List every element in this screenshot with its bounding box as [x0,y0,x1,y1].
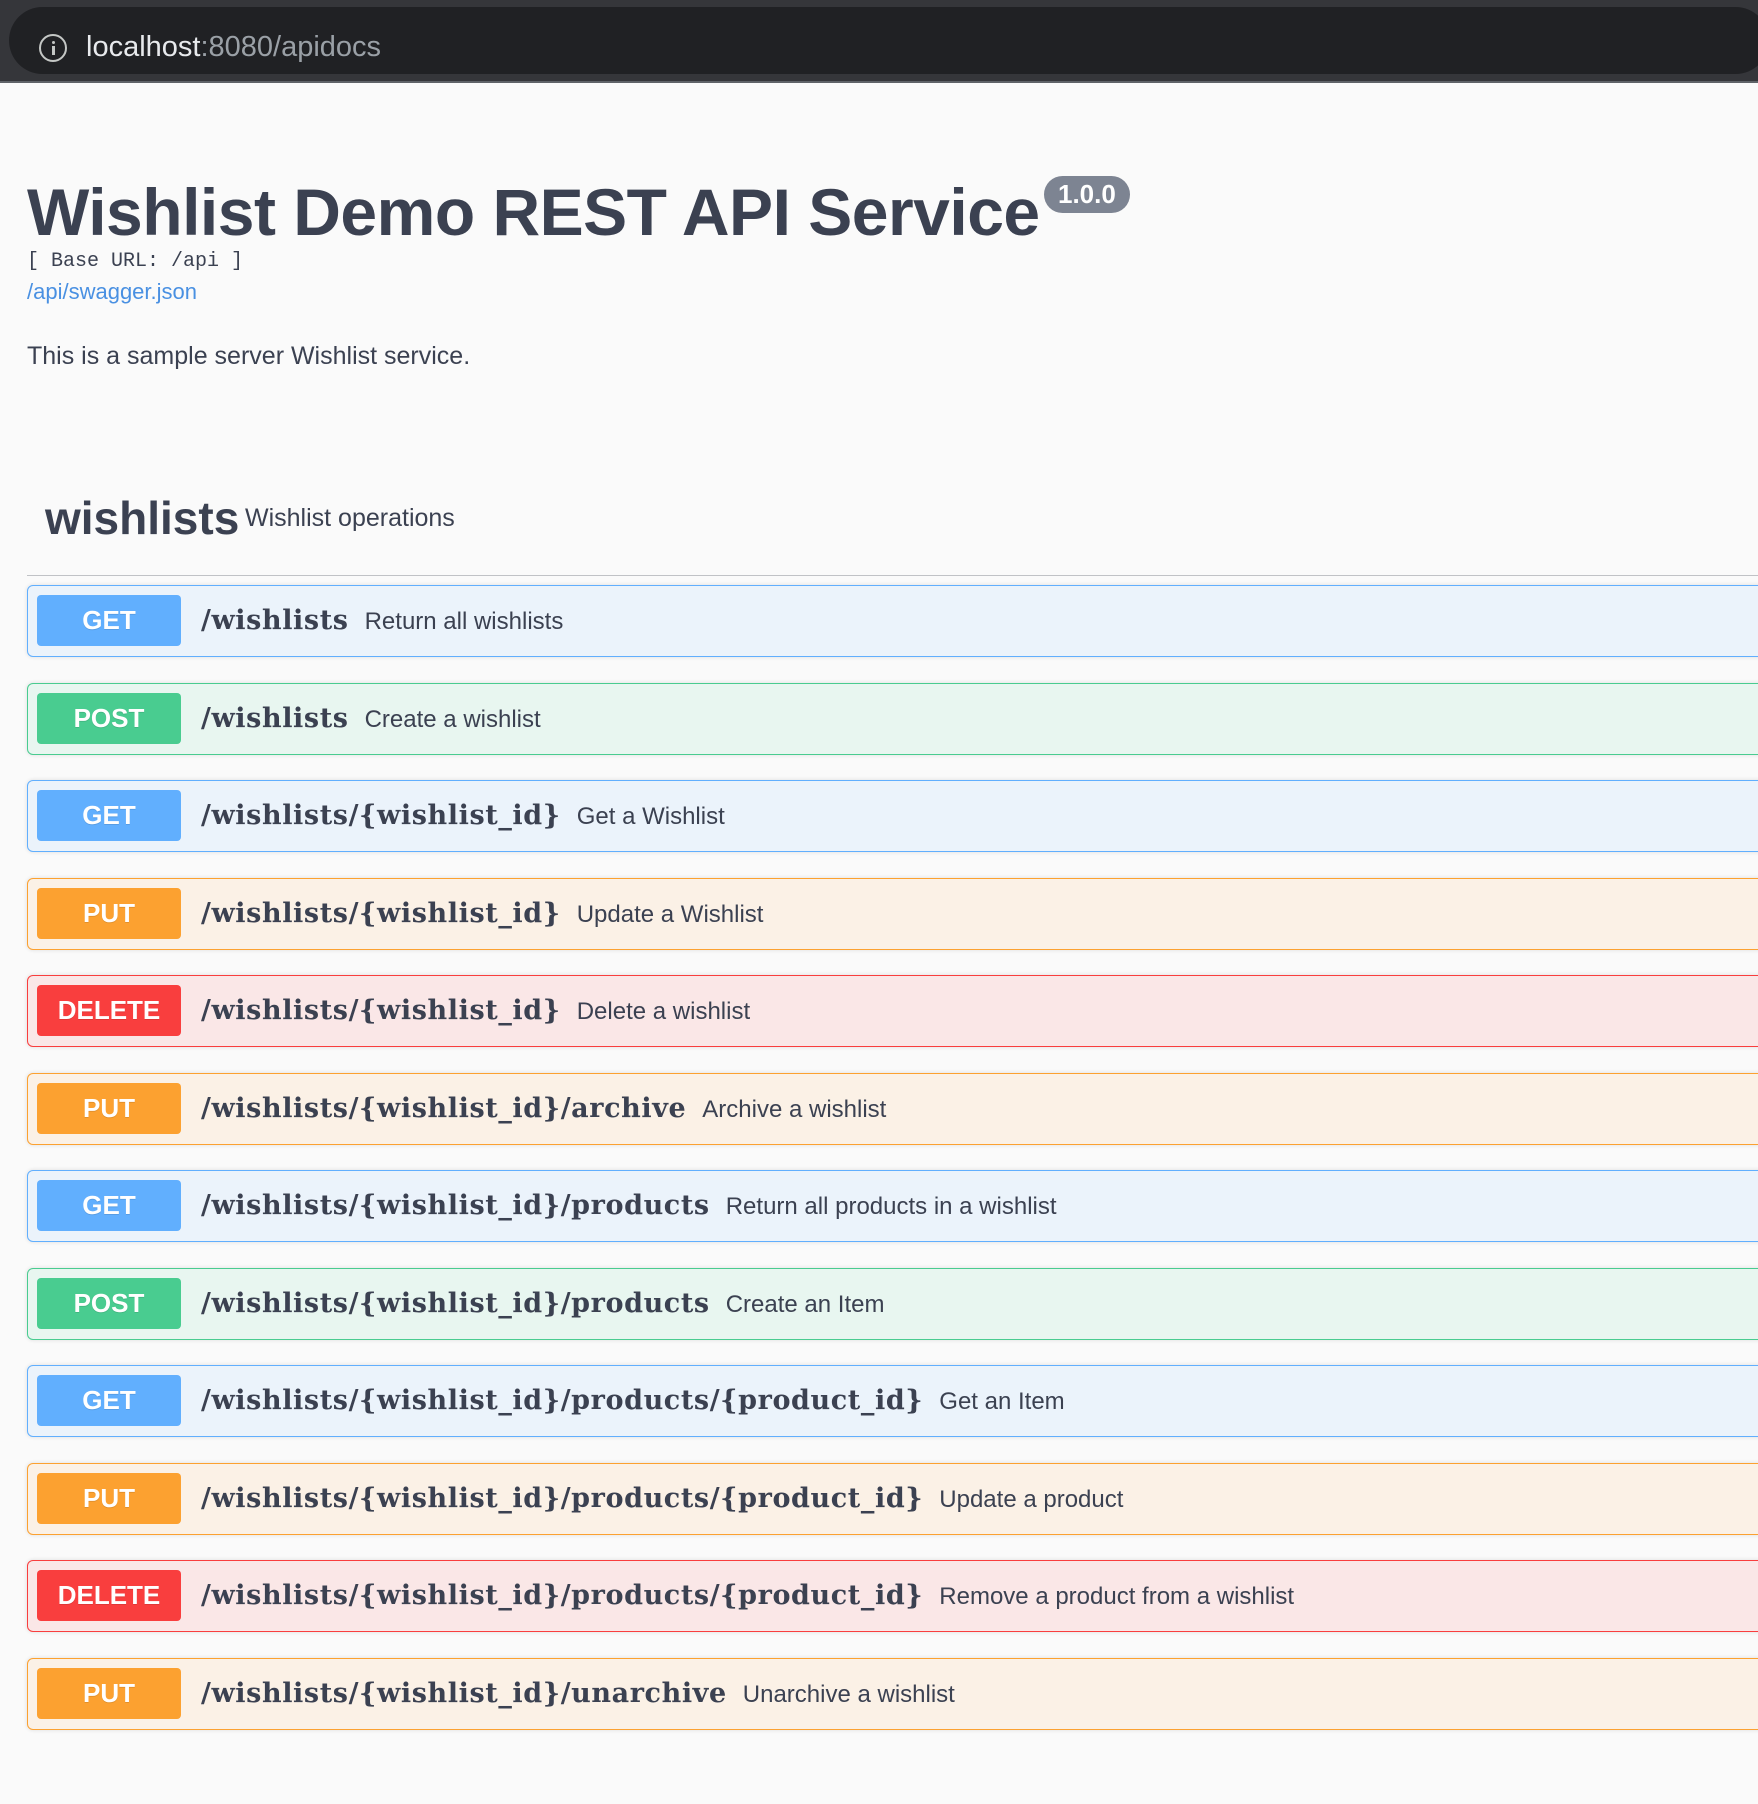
address-bar[interactable]: localhost:8080/apidocs [9,7,1758,74]
method-badge: GET [37,595,181,646]
operation-path: /wishlists/{wishlist_id}/products/{produ… [201,1482,924,1514]
api-description: This is a sample server Wishlist service… [27,342,471,370]
operation-summary: Update a product [939,1485,1124,1513]
method-badge: PUT [37,1472,181,1524]
operation-summary: Create an Item [725,1290,885,1318]
operation-path: /wishlists [201,605,349,636]
method-badge: GET [37,790,181,841]
operation-path: /wishlists/{wishlist_id}/archive [201,1092,687,1124]
operation-row[interactable]: GET /wishlists/{wishlist_id} Get a Wishli… [27,780,1758,852]
method-badge: PUT [37,1082,181,1134]
operation-path: /wishlists/{wishlist_id}/products/{produ… [201,1385,924,1416]
api-title-row: Wishlist Demo REST API Service [27,172,1040,252]
operation-summary: Get a Wishlist [576,803,725,830]
operation-row[interactable]: PUT /wishlists/{wishlist_id}/unarchive Un… [27,1657,1758,1730]
operation-path: /wishlists/{wishlist_id}/unarchive [201,1677,727,1709]
operation-path: /wishlists/{wishlist_id} [201,995,561,1026]
method-badge: DELETE [37,985,181,1036]
method-badge: PUT [37,887,181,939]
method-badge: PUT [37,1667,181,1719]
operation-path: /wishlists/{wishlist_id}/products [201,1190,710,1221]
operation-summary: Delete a wishlist [576,998,751,1025]
browser-toolbar: localhost:8080/apidocs [0,0,1758,83]
operation-summary: Archive a wishlist [702,1095,887,1123]
version-badge: 1.0.0 [1044,176,1130,213]
operation-summary: Create a wishlist [364,705,541,733]
operation-path: /wishlists/{wishlist_id}/products [201,1287,710,1319]
method-badge: DELETE [37,1570,181,1621]
tag-name: wishlists [45,492,240,544]
method-badge: POST [37,692,181,744]
method-badge: POST [37,1277,181,1329]
operation-row[interactable]: PUT /wishlists/{wishlist_id} Update a Wis… [27,877,1758,950]
info-icon[interactable] [39,34,67,62]
url-host: localhost [86,31,201,63]
operations-list: GET /wishlists Return all wishlists POST … [27,585,1758,1755]
base-url: [ Base URL: /api ] [27,250,244,273]
api-title: Wishlist Demo REST API Service [27,175,1040,249]
operation-row[interactable]: POST /wishlists/{wishlist_id}/products Cr… [27,1267,1758,1340]
method-badge: GET [37,1180,181,1231]
operation-row[interactable]: GET /wishlists/{wishlist_id}/products Ret… [27,1170,1758,1242]
operation-row[interactable]: PUT /wishlists/{wishlist_id}/products/{p… [27,1462,1758,1535]
operation-summary: Return all products in a wishlist [725,1193,1057,1220]
operation-row[interactable]: GET /wishlists/{wishlist_id}/products/{p… [27,1365,1758,1437]
operation-path: /wishlists/{wishlist_id} [201,897,561,929]
operation-path: /wishlists/{wishlist_id} [201,800,561,831]
tag-description: Wishlist operations [245,504,455,532]
operation-summary: Remove a product from a wishlist [939,1583,1295,1610]
tag-section-header[interactable]: wishlists Wishlist operations [27,490,1758,576]
swagger-json-link[interactable]: /api/swagger.json [27,278,197,306]
operation-summary: Get an Item [939,1388,1065,1415]
method-badge: GET [37,1375,181,1426]
operation-row[interactable]: DELETE /wishlists/{wishlist_id}/products… [27,1560,1758,1632]
operation-row[interactable]: DELETE /wishlists/{wishlist_id} Delete a … [27,975,1758,1047]
operation-summary: Update a Wishlist [576,900,764,928]
operation-path: /wishlists [201,702,349,734]
operation-summary: Return all wishlists [364,608,564,635]
url-path: :8080/apidocs [200,31,382,63]
operation-row[interactable]: GET /wishlists Return all wishlists [27,585,1758,657]
url-text[interactable]: localhost:8080/apidocs [86,29,381,65]
operation-path: /wishlists/{wishlist_id}/products/{produ… [201,1580,924,1611]
operation-row[interactable]: PUT /wishlists/{wishlist_id}/archive Arch… [27,1072,1758,1145]
operation-summary: Unarchive a wishlist [742,1680,955,1708]
operation-row[interactable]: POST /wishlists Create a wishlist [27,682,1758,755]
